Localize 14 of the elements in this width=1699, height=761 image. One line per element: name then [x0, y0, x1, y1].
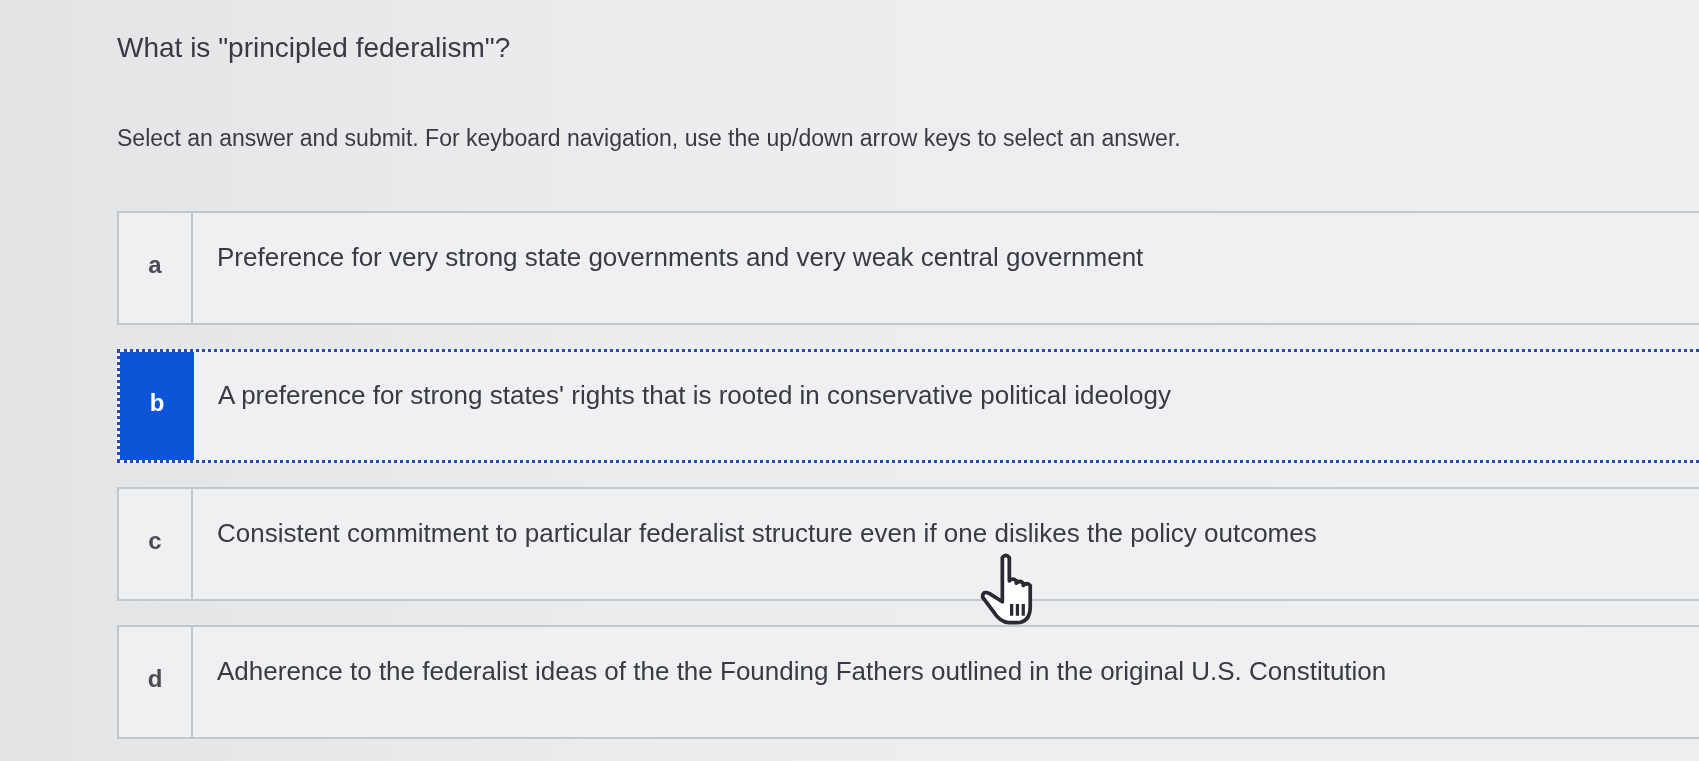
question-title: What is "principled federalism"?: [117, 31, 512, 65]
option-letter: b: [120, 352, 194, 460]
option-text: Consistent commitment to particular federalist structure even if one dislikes the policy outcomes: [217, 517, 1317, 549]
answer-option[interactable]: a Preference for very strong state governments and very weak central government: [117, 211, 1699, 325]
option-text: Adherence to the federalist ideas of the the Founding Fathers outlined in the original U.S. Constitution: [217, 655, 1387, 687]
answer-option[interactable]: b A preference for strong states' rights that is rooted in conservative political ideology: [117, 349, 1699, 463]
option-letter: a: [119, 213, 193, 323]
option-letter: d: [119, 627, 193, 737]
option-text: A preference for strong states' rights that is rooted in conservative political ideology: [218, 379, 1172, 411]
instructions-text: Select an answer and submit. For keyboard navigation, use the up/down arrow keys to select an answer.: [117, 124, 1182, 153]
answer-option[interactable]: d Adherence to the federalist ideas of the the Founding Fathers outlined in the original U.S. Constitution: [117, 625, 1699, 739]
answer-option[interactable]: c Consistent commitment to particular federalist structure even if one dislikes the policy outcomes: [117, 487, 1699, 601]
option-letter: c: [119, 489, 193, 599]
option-text: Preference for very strong state governments and very weak central government: [217, 241, 1144, 273]
